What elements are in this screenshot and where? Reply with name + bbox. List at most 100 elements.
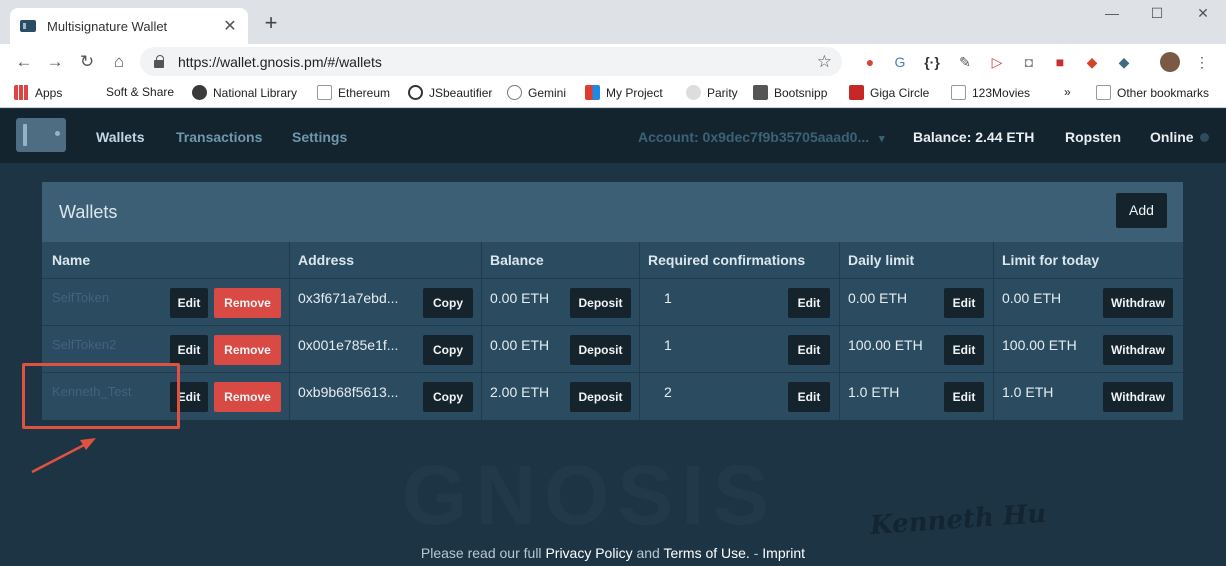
- extension-diamond-icon[interactable]: ◆: [1114, 52, 1134, 72]
- extension-translate-icon[interactable]: G: [890, 52, 910, 72]
- footer-text: and: [636, 545, 660, 561]
- back-arrow-icon[interactable]: ←: [12, 50, 36, 74]
- lock-icon: [154, 54, 164, 68]
- url-text[interactable]: https://wallet.gnosis.pm/#/wallets: [178, 54, 817, 70]
- wallet-balance: 0.00 ETH: [490, 290, 550, 306]
- column-header-daily-limit: Daily limit: [848, 252, 915, 268]
- bookmark-soft-share[interactable]: Soft & Share: [106, 85, 174, 99]
- withdraw-button[interactable]: Withdraw: [1103, 288, 1173, 318]
- extension-pen-icon[interactable]: ✎: [955, 52, 975, 72]
- daily-limit: 0.00 ETH: [848, 290, 908, 306]
- deposit-button[interactable]: Deposit: [570, 382, 631, 412]
- bootsnipp-icon: [753, 85, 768, 100]
- balance-display: Balance: 2.44 ETH: [913, 129, 1035, 145]
- bookmark-ethereum[interactable]: Ethereum: [317, 85, 390, 100]
- column-divider: [289, 242, 290, 420]
- remove-button[interactable]: Remove: [214, 382, 281, 412]
- footer-text: Please read our full: [420, 545, 542, 561]
- wallet-address: 0x001e785e1f...: [298, 337, 399, 353]
- giga-circle-icon: [849, 85, 864, 100]
- reload-icon[interactable]: ↻: [75, 50, 99, 74]
- extension-camera-icon[interactable]: ◘: [1019, 52, 1039, 72]
- address-bar[interactable]: https://wallet.gnosis.pm/#/wallets ☆: [140, 47, 842, 76]
- page-icon: [317, 85, 332, 100]
- wallet-name-link[interactable]: SelfToken2: [52, 337, 116, 352]
- wallet-balance: 2.00 ETH: [490, 384, 550, 400]
- column-header-name: Name: [52, 252, 91, 268]
- required-confirmations: 2: [664, 384, 672, 400]
- wallet-name-link[interactable]: SelfToken: [52, 290, 109, 305]
- bookmarks-overflow-button[interactable]: »: [1064, 85, 1071, 99]
- daily-limit: 100.00 ETH: [848, 337, 923, 353]
- remove-button[interactable]: Remove: [214, 288, 281, 318]
- withdraw-button[interactable]: Withdraw: [1103, 382, 1173, 412]
- column-divider: [639, 242, 640, 420]
- app-navbar: Wallets Transactions Settings Account: 0…: [0, 109, 1226, 163]
- status-dot-icon: [1199, 133, 1209, 142]
- new-tab-button[interactable]: +: [260, 12, 282, 34]
- profile-avatar[interactable]: [1160, 52, 1180, 72]
- withdraw-button[interactable]: Withdraw: [1103, 335, 1173, 365]
- browser-tabstrip: Multisignature Wallet ✕ + — ☐ ✕: [0, 0, 1226, 44]
- tab-close-icon[interactable]: ✕: [222, 16, 238, 36]
- browser-menu-icon[interactable]: ⋮: [1192, 52, 1212, 72]
- bookmark-parity[interactable]: Parity: [686, 85, 738, 100]
- window-close-button[interactable]: ✕: [1193, 5, 1213, 22]
- connection-status: Online: [1150, 129, 1209, 145]
- edit-confirmations-button[interactable]: Edit: [788, 288, 830, 318]
- required-confirmations: 1: [664, 290, 672, 306]
- deposit-button[interactable]: Deposit: [570, 335, 631, 365]
- extension-play-icon[interactable]: ▷: [987, 52, 1007, 72]
- deposit-button[interactable]: Deposit: [570, 288, 631, 318]
- home-icon[interactable]: ⌂: [107, 50, 131, 74]
- copy-address-button[interactable]: Copy: [423, 335, 473, 365]
- edit-name-button[interactable]: Edit: [170, 288, 208, 318]
- folder-icon: [1096, 85, 1111, 100]
- annotation-highlight-box: [22, 363, 180, 429]
- bookmark-bootsnipp[interactable]: Bootsnipp: [753, 85, 827, 100]
- extension-json-icon[interactable]: {·}: [922, 52, 942, 72]
- remove-button[interactable]: Remove: [214, 335, 281, 365]
- account-selector[interactable]: Account: 0x9dec7f9b35705aaad0... ▾: [638, 129, 885, 145]
- jsbeautifier-icon: [408, 85, 423, 100]
- edit-name-button[interactable]: Edit: [170, 335, 208, 365]
- wallet-logo-icon[interactable]: [16, 118, 66, 152]
- extension-flag-icon[interactable]: ■: [1050, 52, 1070, 72]
- edit-daily-limit-button[interactable]: Edit: [944, 335, 984, 365]
- bookmark-other[interactable]: Other bookmarks: [1096, 85, 1209, 100]
- window-maximize-button[interactable]: ☐: [1147, 5, 1167, 22]
- window-minimize-button[interactable]: —: [1102, 5, 1122, 21]
- terms-of-use-link[interactable]: Terms of Use.: [663, 545, 749, 561]
- bookmark-my-project[interactable]: My Project: [585, 85, 663, 100]
- forward-arrow-icon[interactable]: →: [43, 50, 67, 74]
- extension-ladybug-icon[interactable]: ●: [860, 52, 880, 72]
- bookmark-national-library[interactable]: National Library: [192, 85, 297, 100]
- edit-daily-limit-button[interactable]: Edit: [944, 382, 984, 412]
- copy-address-button[interactable]: Copy: [423, 382, 473, 412]
- extension-shield-icon[interactable]: ◆: [1082, 52, 1102, 72]
- limit-for-today: 0.00 ETH: [1002, 290, 1062, 306]
- gnosis-watermark: GNOSIS: [402, 448, 777, 542]
- bookmark-apps[interactable]: Apps: [14, 85, 62, 100]
- nav-settings[interactable]: Settings: [292, 129, 347, 145]
- edit-confirmations-button[interactable]: Edit: [788, 382, 830, 412]
- edit-daily-limit-button[interactable]: Edit: [944, 288, 984, 318]
- browser-tab[interactable]: Multisignature Wallet ✕: [10, 8, 248, 44]
- bookmark-jsbeautifier[interactable]: JSbeautifier: [408, 85, 492, 100]
- imprint-link[interactable]: Imprint: [762, 545, 805, 561]
- column-header-address: Address: [298, 252, 355, 268]
- footer: Please read our full Privacy Policy and …: [0, 545, 1226, 561]
- add-wallet-button[interactable]: Add: [1116, 193, 1167, 228]
- bookmark-giga-circle[interactable]: Giga Circle: [849, 85, 929, 100]
- account-address: Account: 0x9dec7f9b35705aaad0...: [638, 129, 870, 145]
- column-header-balance: Balance: [490, 252, 544, 268]
- bookmark-gemini[interactable]: Gemini: [507, 85, 566, 100]
- column-divider: [481, 242, 482, 420]
- copy-address-button[interactable]: Copy: [423, 288, 473, 318]
- bookmark-123movies[interactable]: 123Movies: [951, 85, 1030, 100]
- nav-wallets[interactable]: Wallets: [96, 129, 145, 145]
- bookmark-star-icon[interactable]: ☆: [817, 52, 832, 72]
- privacy-policy-link[interactable]: Privacy Policy: [545, 545, 632, 561]
- edit-confirmations-button[interactable]: Edit: [788, 335, 830, 365]
- nav-transactions[interactable]: Transactions: [176, 129, 262, 145]
